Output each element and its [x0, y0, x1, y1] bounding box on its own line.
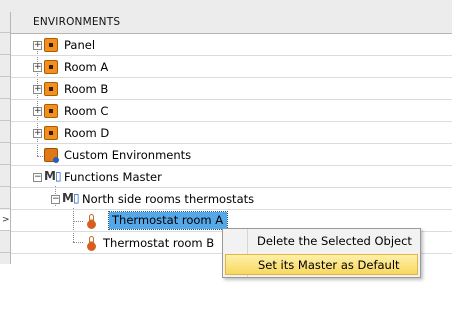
tree-node-north-side-thermostats[interactable]: − M▯ North side rooms thermostats [11, 188, 452, 210]
tree-node-custom-environments[interactable]: Custom Environments [11, 144, 452, 166]
gutter-cell[interactable] [0, 122, 10, 143]
environments-tree-panel: > ENVIRONMENTS + Panel + Room A + Room B… [0, 0, 452, 329]
menu-item-set-master-default[interactable]: Set its Master as Default [225, 254, 418, 275]
plus-expander-icon[interactable]: + [33, 129, 42, 138]
column-header-title: ENVIRONMENTS [33, 16, 121, 28]
orange-room-icon [44, 82, 58, 96]
tree-node-label: Room D [64, 126, 110, 140]
gutter-cell[interactable] [0, 100, 10, 121]
gutter-cell [0, 12, 10, 33]
orange-room-icon [44, 38, 58, 52]
tree-node-label-selected: Thermostat room A [107, 211, 229, 230]
gutter-cell[interactable] [0, 56, 10, 77]
column-header[interactable]: ENVIRONMENTS [11, 12, 452, 34]
gutter-cell[interactable] [0, 188, 10, 209]
menu-item-label: Delete the Selected Object [257, 234, 412, 248]
thermometer-icon [87, 214, 96, 229]
orange-room-icon [44, 104, 58, 118]
tree-node-room-a[interactable]: + Room A [11, 56, 452, 78]
functions-master-icon: M▯ [62, 191, 79, 205]
thermometer-icon [87, 236, 96, 251]
tree-node-room-b[interactable]: + Room B [11, 78, 452, 100]
gutter-cell[interactable] [0, 144, 10, 165]
plus-expander-icon[interactable]: + [33, 63, 42, 72]
orange-room-icon [44, 60, 58, 74]
tree-node-label: Functions Master [64, 170, 162, 184]
row-selector-gutter: > [0, 12, 11, 264]
current-row-pointer-icon: > [2, 215, 10, 225]
tree-node-panel[interactable]: + Panel [11, 34, 452, 56]
custom-environment-icon [44, 148, 59, 163]
gutter-cell-current[interactable]: > [0, 210, 10, 231]
plus-expander-icon[interactable]: + [33, 85, 42, 94]
gutter-cell[interactable] [0, 166, 10, 187]
tree-node-functions-master[interactable]: − M▯ Functions Master [11, 166, 452, 188]
gutter-cell[interactable] [0, 78, 10, 99]
menu-item-delete-selected-object[interactable]: Delete the Selected Object [225, 231, 418, 252]
tree-node-label: Room C [64, 104, 109, 118]
tree-node-label: Custom Environments [64, 148, 192, 162]
minus-expander-icon[interactable]: − [33, 173, 42, 182]
plus-expander-icon[interactable]: + [33, 41, 42, 50]
gutter-cell[interactable] [0, 232, 10, 253]
minus-expander-icon[interactable]: − [51, 195, 60, 204]
tree-node-label: Room B [64, 82, 109, 96]
context-menu: Delete the Selected Object Set its Maste… [222, 228, 421, 278]
functions-master-icon: M▯ [44, 169, 61, 183]
tree-node-label: Room A [64, 60, 109, 74]
gutter-cell[interactable] [0, 34, 10, 55]
orange-room-icon [44, 126, 58, 140]
tree-node-label: Thermostat room B [103, 236, 215, 250]
plus-expander-icon[interactable]: + [33, 107, 42, 116]
tree-node-room-d[interactable]: + Room D [11, 122, 452, 144]
tree-node-label: Panel [64, 38, 96, 52]
menu-item-label: Set its Master as Default [258, 258, 400, 272]
tree-node-room-c[interactable]: + Room C [11, 100, 452, 122]
tree-node-label: North side rooms thermostats [82, 192, 255, 206]
